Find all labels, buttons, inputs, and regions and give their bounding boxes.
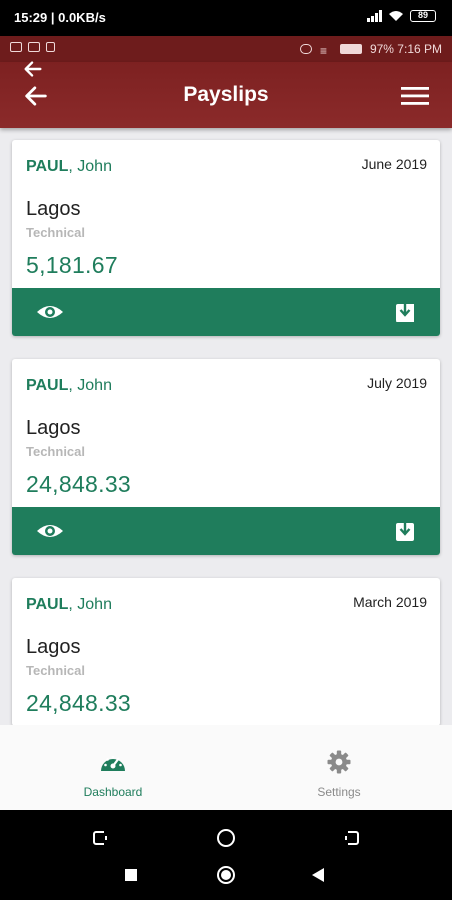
app-screen: ≡ 97% 7:16 PM Payslips PAUL, John June 2… bbox=[0, 36, 452, 810]
home-icon[interactable] bbox=[215, 827, 237, 849]
nav-label-settings: Settings bbox=[317, 785, 361, 799]
payslip-city: Lagos bbox=[26, 636, 81, 658]
payslip-amount: 24,848.33 bbox=[26, 690, 132, 716]
eye-icon[interactable] bbox=[36, 300, 64, 324]
payslip-department: Technical bbox=[26, 225, 86, 240]
nav-item-dashboard[interactable]: Dashboard bbox=[0, 725, 226, 810]
alarm-icon bbox=[299, 44, 312, 54]
payslip-city: Lagos bbox=[26, 198, 81, 220]
battery-icon: 89 bbox=[410, 10, 436, 22]
card-action-bar bbox=[12, 288, 440, 336]
payslip-department: Technical bbox=[26, 444, 86, 459]
gear-icon bbox=[327, 750, 351, 774]
bottom-navigation: Dashboard Settings bbox=[0, 725, 452, 810]
employee-name: PAUL, John bbox=[26, 596, 112, 613]
download-icon[interactable] bbox=[394, 519, 416, 543]
employee-name: PAUL, John bbox=[26, 158, 112, 175]
hamburger-menu-icon[interactable] bbox=[400, 84, 430, 108]
eye-icon[interactable] bbox=[36, 519, 64, 543]
device-status-bar: 15:29 | 0.0KB/s 89 bbox=[0, 0, 452, 36]
app-header: Payslips bbox=[0, 61, 452, 128]
download-icon[interactable] bbox=[394, 300, 416, 324]
payslip-card[interactable]: PAUL, John July 2019 Lagos Technical 24,… bbox=[12, 359, 440, 555]
payslip-amount: 5,181.67 bbox=[26, 252, 118, 278]
inner-status-right: ≡ 97% 7:16 PM bbox=[299, 42, 442, 58]
cast-icon bbox=[28, 42, 40, 52]
recents-icon[interactable] bbox=[90, 828, 110, 848]
card-action-bar bbox=[12, 507, 440, 555]
triangle-back-icon[interactable] bbox=[310, 867, 326, 883]
nav-item-settings[interactable]: Settings bbox=[226, 725, 452, 810]
signal-icon bbox=[367, 10, 382, 22]
payslip-card[interactable]: PAUL, John June 2019 Lagos Technical 5,1… bbox=[12, 140, 440, 336]
payslip-card[interactable]: PAUL, John March 2019 Lagos Technical 24… bbox=[12, 578, 440, 726]
inner-status-text: 97% 7:16 PM bbox=[369, 42, 442, 56]
payslip-month: March 2019 bbox=[353, 594, 427, 610]
wifi-icon: ≡ bbox=[319, 44, 327, 58]
battery-icon bbox=[339, 44, 362, 54]
back-arrow-ghost-icon bbox=[24, 61, 42, 77]
speedometer-icon bbox=[101, 755, 125, 771]
device-status-icons: 89 bbox=[367, 10, 436, 22]
square-icon[interactable] bbox=[124, 868, 138, 882]
payslip-month: July 2019 bbox=[367, 375, 427, 391]
employee-name: PAUL, John bbox=[26, 377, 112, 394]
payslip-department: Technical bbox=[26, 663, 86, 678]
inner-status-bar: ≡ 97% 7:16 PM bbox=[0, 36, 452, 62]
nav-label-dashboard: Dashboard bbox=[83, 785, 143, 799]
time-and-speed: 15:29 | 0.0KB/s bbox=[14, 10, 106, 25]
page-title: Payslips bbox=[183, 83, 269, 106]
payslip-month: June 2019 bbox=[361, 156, 427, 172]
wifi-icon bbox=[389, 11, 403, 21]
payslip-amount: 24,848.33 bbox=[26, 471, 132, 497]
system-navigation-bar bbox=[0, 810, 452, 900]
back-icon[interactable] bbox=[342, 828, 362, 848]
circle-icon[interactable] bbox=[216, 865, 236, 885]
lock-icon bbox=[46, 42, 55, 52]
mail-icon bbox=[10, 42, 22, 52]
payslip-city: Lagos bbox=[26, 417, 81, 439]
inner-status-left-icons bbox=[10, 42, 55, 52]
